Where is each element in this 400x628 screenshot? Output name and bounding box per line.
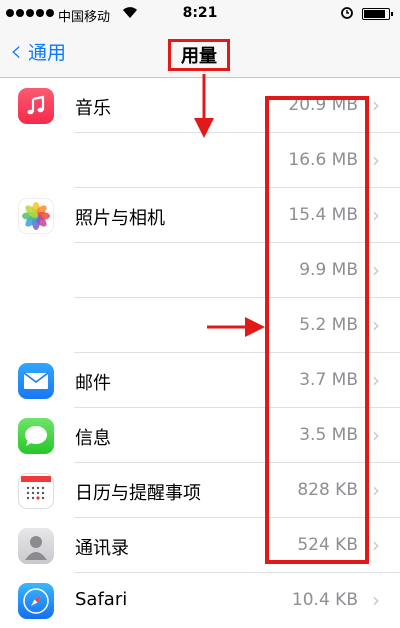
app-name: 照片与相机: [75, 208, 165, 229]
page-title: 用量: [168, 39, 230, 71]
app-size: 10.4 KB: [291, 590, 358, 610]
chevron-left-icon: ‹: [10, 33, 22, 69]
photos-icon: [18, 198, 54, 234]
app-name: 日历与提醒事项: [75, 483, 201, 504]
chevron-right-icon: ›: [372, 423, 380, 447]
red-arrow-right-icon: [207, 317, 265, 337]
app-name: 邮件: [75, 373, 111, 394]
messages-icon: [18, 418, 54, 454]
chevron-right-icon: ›: [372, 313, 380, 337]
safari-compass-icon: [18, 583, 54, 619]
navigation-bar: ‹ 通用 用量: [0, 28, 400, 78]
red-arrow-down-icon: [194, 74, 214, 138]
size-column-highlight-box: [265, 96, 369, 564]
chevron-right-icon: ›: [372, 478, 380, 502]
back-label: 通用: [28, 42, 67, 64]
chevron-right-icon: ›: [372, 93, 380, 117]
list-item-safari[interactable]: Safari 10.4 KB ›: [0, 573, 400, 628]
battery-icon: [362, 8, 393, 20]
chevron-right-icon: ›: [372, 148, 380, 172]
chevron-right-icon: ›: [372, 203, 380, 227]
music-icon: [18, 88, 54, 124]
blank-icon: [18, 143, 54, 179]
blank-icon: [18, 253, 54, 289]
chevron-right-icon: ›: [372, 368, 380, 392]
contacts-icon: [18, 528, 54, 564]
app-name: 音乐: [75, 98, 111, 119]
blank-icon: [18, 308, 54, 344]
calendar-reminders-icon: [18, 473, 54, 509]
app-name: 信息: [75, 428, 111, 449]
chevron-right-icon: ›: [372, 588, 380, 612]
status-bar: 中国移动 8:21: [0, 0, 400, 28]
alarm-clock-icon: [340, 5, 354, 23]
mail-icon: [18, 363, 54, 399]
chevron-right-icon: ›: [372, 533, 380, 557]
back-button[interactable]: ‹ 通用: [10, 33, 67, 69]
chevron-right-icon: ›: [372, 258, 380, 282]
app-name: 通讯录: [75, 538, 129, 559]
